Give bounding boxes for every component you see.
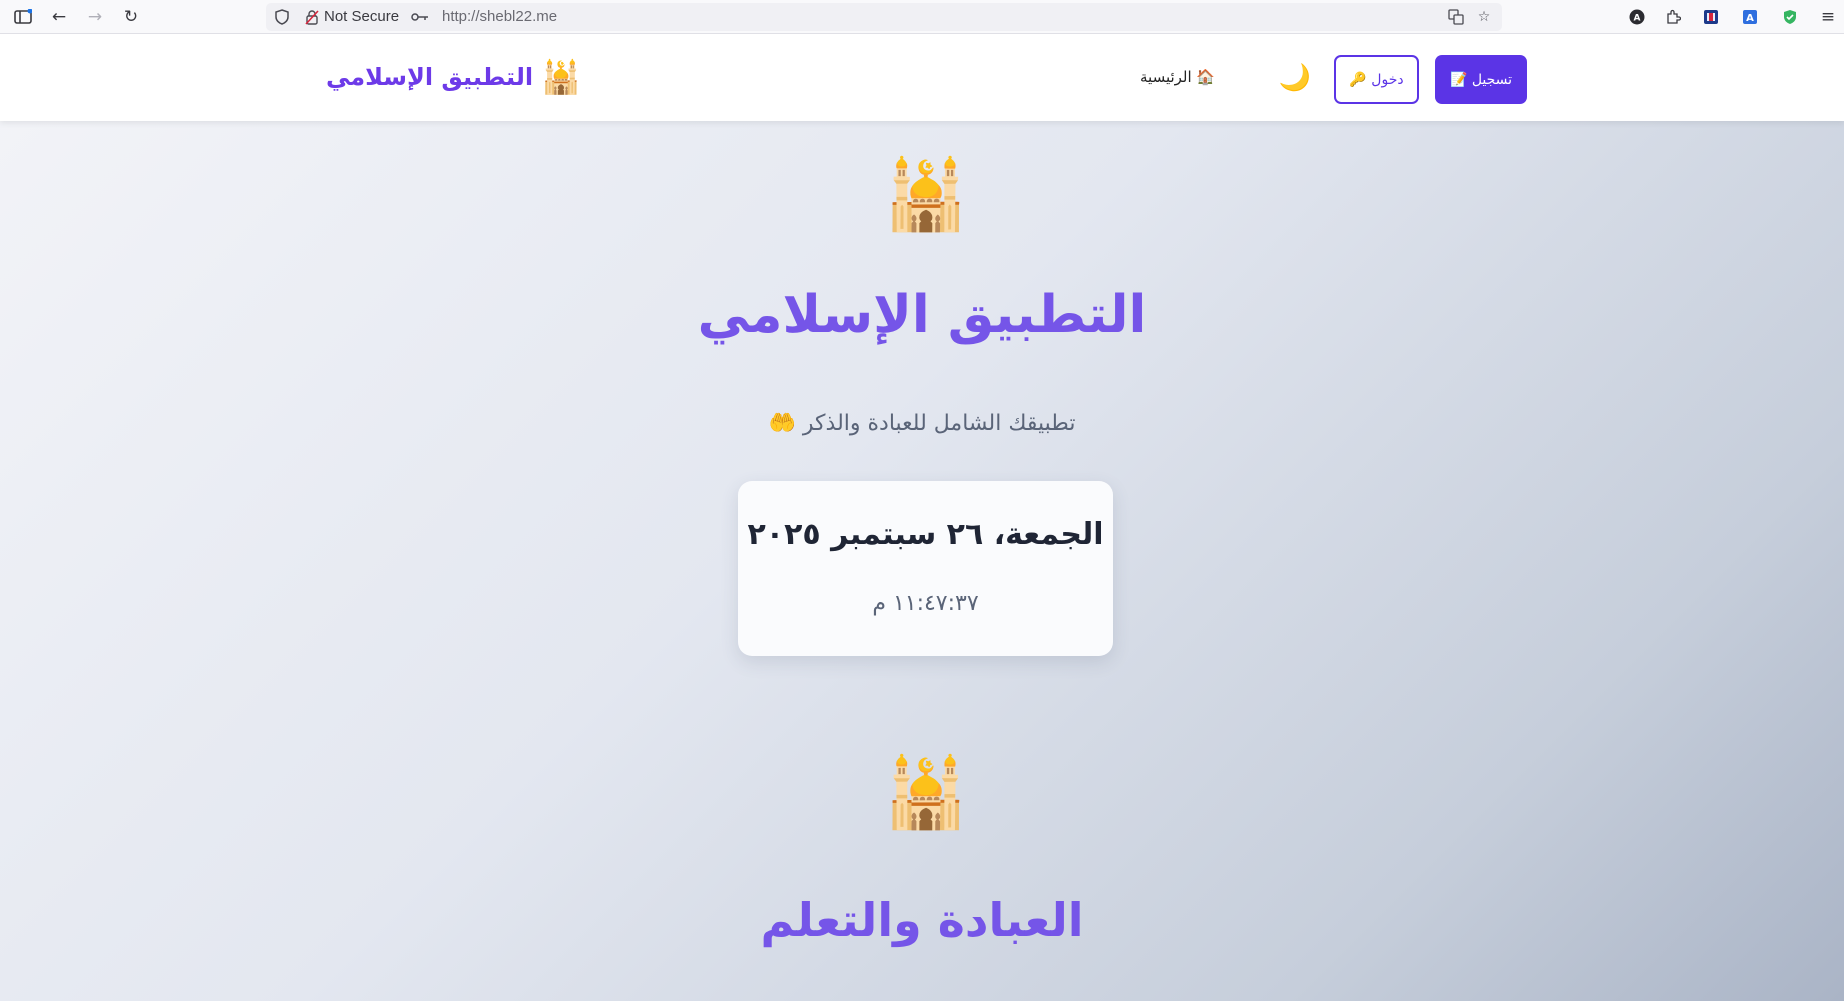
nav-home-link[interactable]: 🏠 الرئيسية: [1140, 65, 1215, 89]
shield-extension-icon[interactable]: [1778, 5, 1802, 29]
reader-extension-icon[interactable]: [1699, 5, 1723, 29]
reload-icon[interactable]: ↻: [119, 5, 143, 29]
address-bar[interactable]: Not Secure http://shebl22.me ☆: [266, 3, 1502, 31]
hero-mosque-icon: 🕌: [883, 156, 969, 235]
register-button[interactable]: تسجيل 📝: [1435, 55, 1527, 104]
extensions-icon[interactable]: [1661, 5, 1685, 29]
moon-icon[interactable]: 🌙: [1278, 61, 1312, 95]
translate-icon[interactable]: [1446, 7, 1466, 27]
shield-icon[interactable]: [272, 7, 292, 27]
mosque-icon: 🕌: [541, 58, 581, 96]
security-status-label[interactable]: Not Secure: [324, 8, 399, 25]
site-navbar: 🕌 التطبيق الإسلامي 🏠 الرئيسية 🌙 دخول 🔑 ت…: [0, 35, 1844, 121]
svg-text:A: A: [1746, 13, 1754, 24]
section-title: العبادة والتعلم: [760, 893, 1084, 947]
hero-subtitle: تطبيقك الشامل للعبادة والذكر 🤲: [768, 411, 1076, 436]
date-card: الجمعة، ٢٦ سبتمبر ٢٠٢٥ ١١:٤٧:٣٧ م: [738, 481, 1113, 656]
current-date: الجمعة، ٢٦ سبتمبر ٢٠٢٥: [747, 517, 1104, 552]
menu-icon[interactable]: ≡: [1816, 5, 1840, 29]
back-icon[interactable]: ←: [47, 5, 71, 29]
svg-text:A: A: [1634, 14, 1641, 24]
current-time: ١١:٤٧:٣٧ م: [872, 591, 979, 616]
insecure-lock-icon[interactable]: [302, 7, 322, 27]
bookmark-star-icon[interactable]: ☆: [1474, 7, 1494, 27]
key-icon[interactable]: [410, 7, 430, 27]
account-icon[interactable]: A: [1625, 5, 1649, 29]
forward-icon[interactable]: →: [83, 5, 107, 29]
section-mosque-icon: 🕌: [883, 754, 969, 833]
site-brand[interactable]: 🕌 التطبيق الإسلامي: [326, 55, 581, 99]
login-button[interactable]: دخول 🔑: [1334, 55, 1419, 104]
translator-extension-icon[interactable]: A: [1738, 5, 1762, 29]
brand-text: التطبيق الإسلامي: [326, 63, 534, 91]
sidebar-toggle-icon[interactable]: [11, 5, 35, 29]
web-page: 🕌 التطبيق الإسلامي 🏠 الرئيسية 🌙 دخول 🔑 ت…: [0, 35, 1844, 1001]
browser-toolbar: ← → ↻ Not Secure http://shebl22.me ☆ A A…: [0, 0, 1844, 34]
url-text[interactable]: http://shebl22.me: [442, 8, 557, 25]
hero-title: التطبيق الإسلامي: [697, 285, 1147, 345]
